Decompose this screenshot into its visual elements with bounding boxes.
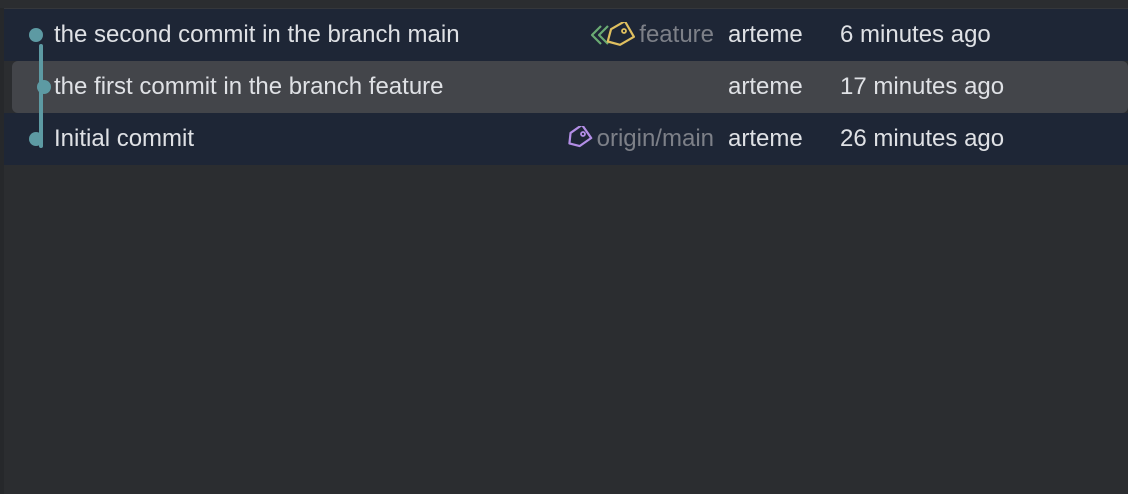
commit-node-icon (37, 80, 51, 94)
commit-row[interactable]: the second commit in the branch main fea… (4, 9, 1128, 61)
commit-date: 6 minutes ago (840, 21, 991, 48)
commit-row[interactable]: Initial commit origin/main arteme 26 min… (4, 113, 1128, 165)
commit-row-selected[interactable]: the first commit in the branch feature a… (12, 61, 1128, 113)
commit-date: 26 minutes ago (840, 125, 1005, 152)
commit-author: arteme (728, 21, 803, 48)
git-log-panel: the second commit in the branch main fea… (0, 0, 1128, 494)
commit-message: the first commit in the branch feature (54, 73, 444, 100)
commit-message: Initial commit (54, 125, 195, 152)
commit-date: 17 minutes ago (840, 73, 1005, 100)
commit-refs: feature (589, 21, 714, 49)
commit-list: the second commit in the branch main fea… (4, 9, 1128, 165)
commit-node-icon (29, 132, 43, 146)
commit-refs: origin/main (565, 125, 714, 153)
log-header-strip (0, 0, 1128, 9)
commit-author: arteme (728, 125, 803, 152)
ref-label: origin/main (596, 125, 714, 152)
commit-message: the second commit in the branch main (54, 21, 460, 48)
branch-tags-icon (591, 22, 636, 46)
ref-label: feature (639, 21, 714, 48)
tag-icon (567, 126, 592, 148)
commit-author: arteme (728, 73, 803, 100)
commit-node-icon (29, 28, 43, 42)
